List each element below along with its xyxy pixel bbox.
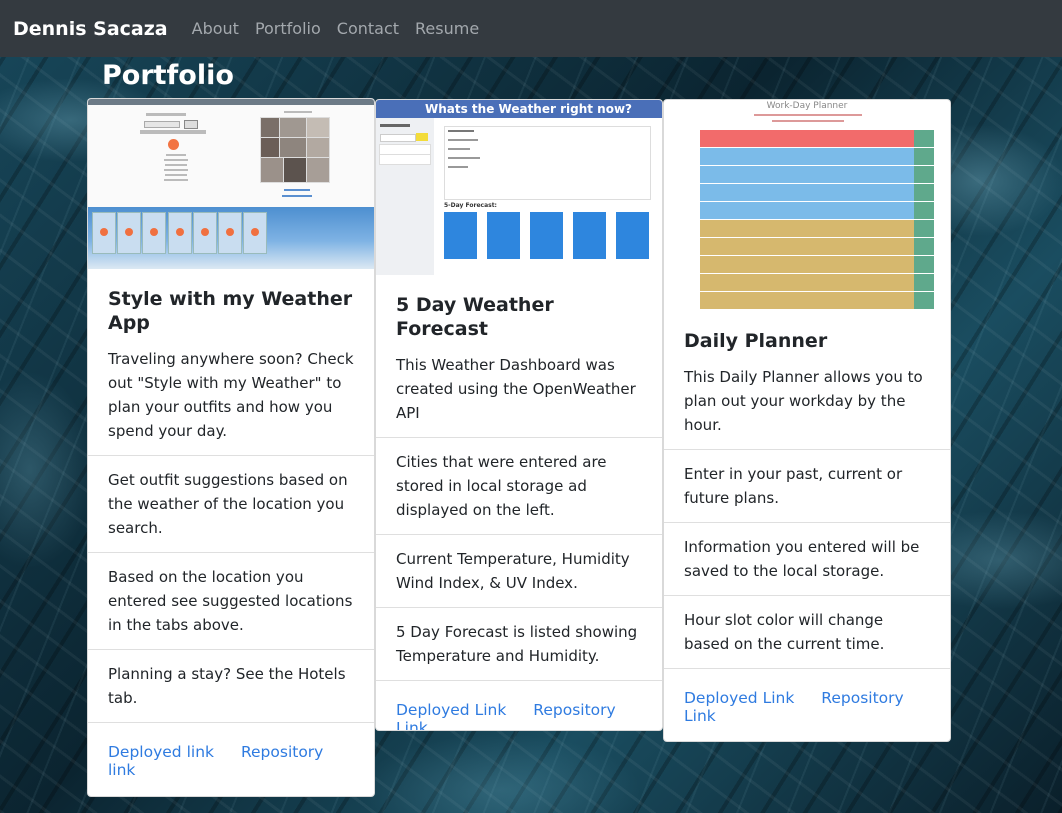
screenshot-top [88,99,374,207]
feature-item: Planning a stay? See the Hotels tab. [88,649,374,722]
screenshot-header: Whats the Weather right now? [376,100,662,118]
feature-item: Information you entered will be saved to… [664,522,950,595]
deployed-link[interactable]: Deployed Link [684,689,794,707]
card-description: Traveling anywhere soon? Check out "Styl… [108,350,354,440]
feature-item: Get outfit suggestions based on the weat… [88,455,374,552]
card-title: Daily Planner [684,330,828,352]
nav-link-resume[interactable]: Resume [415,19,479,38]
navbar: Dennis Sacaza About Portfolio Contact Re… [0,0,1062,57]
feature-item: Hour slot color will change based on the… [664,595,950,668]
feature-item: 5 Day Forecast is listed showing Tempera… [376,607,662,680]
navbar-brand[interactable]: Dennis Sacaza [13,18,168,40]
project-card-weather-forecast: Whats the Weather right now? 5-Day Forec… [375,99,663,731]
nav-link-about[interactable]: About [192,19,239,38]
card-links: Deployed Link Repository Link [664,668,950,741]
feature-item: Enter in your past, current or future pl… [664,449,950,522]
page-title: Portfolio [102,60,234,91]
project-screenshot[interactable]: Whats the Weather right now? 5-Day Forec… [376,100,662,275]
card-body: 5 Day Weather Forecast This Weather Dash… [376,275,662,437]
card-body: Daily Planner This Daily Planner allows … [664,311,950,449]
card-description: This Daily Planner allows you to plan ou… [684,368,923,434]
screenshot-header: Work-Day Planner [766,101,848,111]
card-links: Deployed Link Repository Link [376,680,662,730]
feature-item: Current Temperature, Humidity Wind Index… [376,534,662,607]
nav-link-portfolio[interactable]: Portfolio [255,19,321,38]
feature-item: Based on the location you entered see su… [88,552,374,649]
card-title: Style with my Weather App [108,288,353,334]
nav-link-contact[interactable]: Contact [337,19,399,38]
screenshot-forecast-label: 5-Day Forecast: [444,202,497,209]
feature-item: Cities that were entered are stored in l… [376,437,662,534]
project-card-daily-planner: Work-Day Planner Daily Planner This Dail… [663,99,951,742]
deployed-link[interactable]: Deployed link [108,743,214,761]
project-screenshot[interactable]: Work-Day Planner [664,100,950,311]
project-screenshot[interactable] [88,99,374,269]
card-description: This Weather Dashboard was created using… [396,356,636,422]
card-body: Style with my Weather App Traveling anyw… [88,269,374,455]
deployed-link[interactable]: Deployed Link [396,701,506,719]
card-title: 5 Day Weather Forecast [396,294,554,340]
screenshot-current-weather [444,126,651,200]
card-links: Deployed link Repository link [88,722,374,796]
project-card-style-weather: Style with my Weather App Traveling anyw… [87,98,375,797]
